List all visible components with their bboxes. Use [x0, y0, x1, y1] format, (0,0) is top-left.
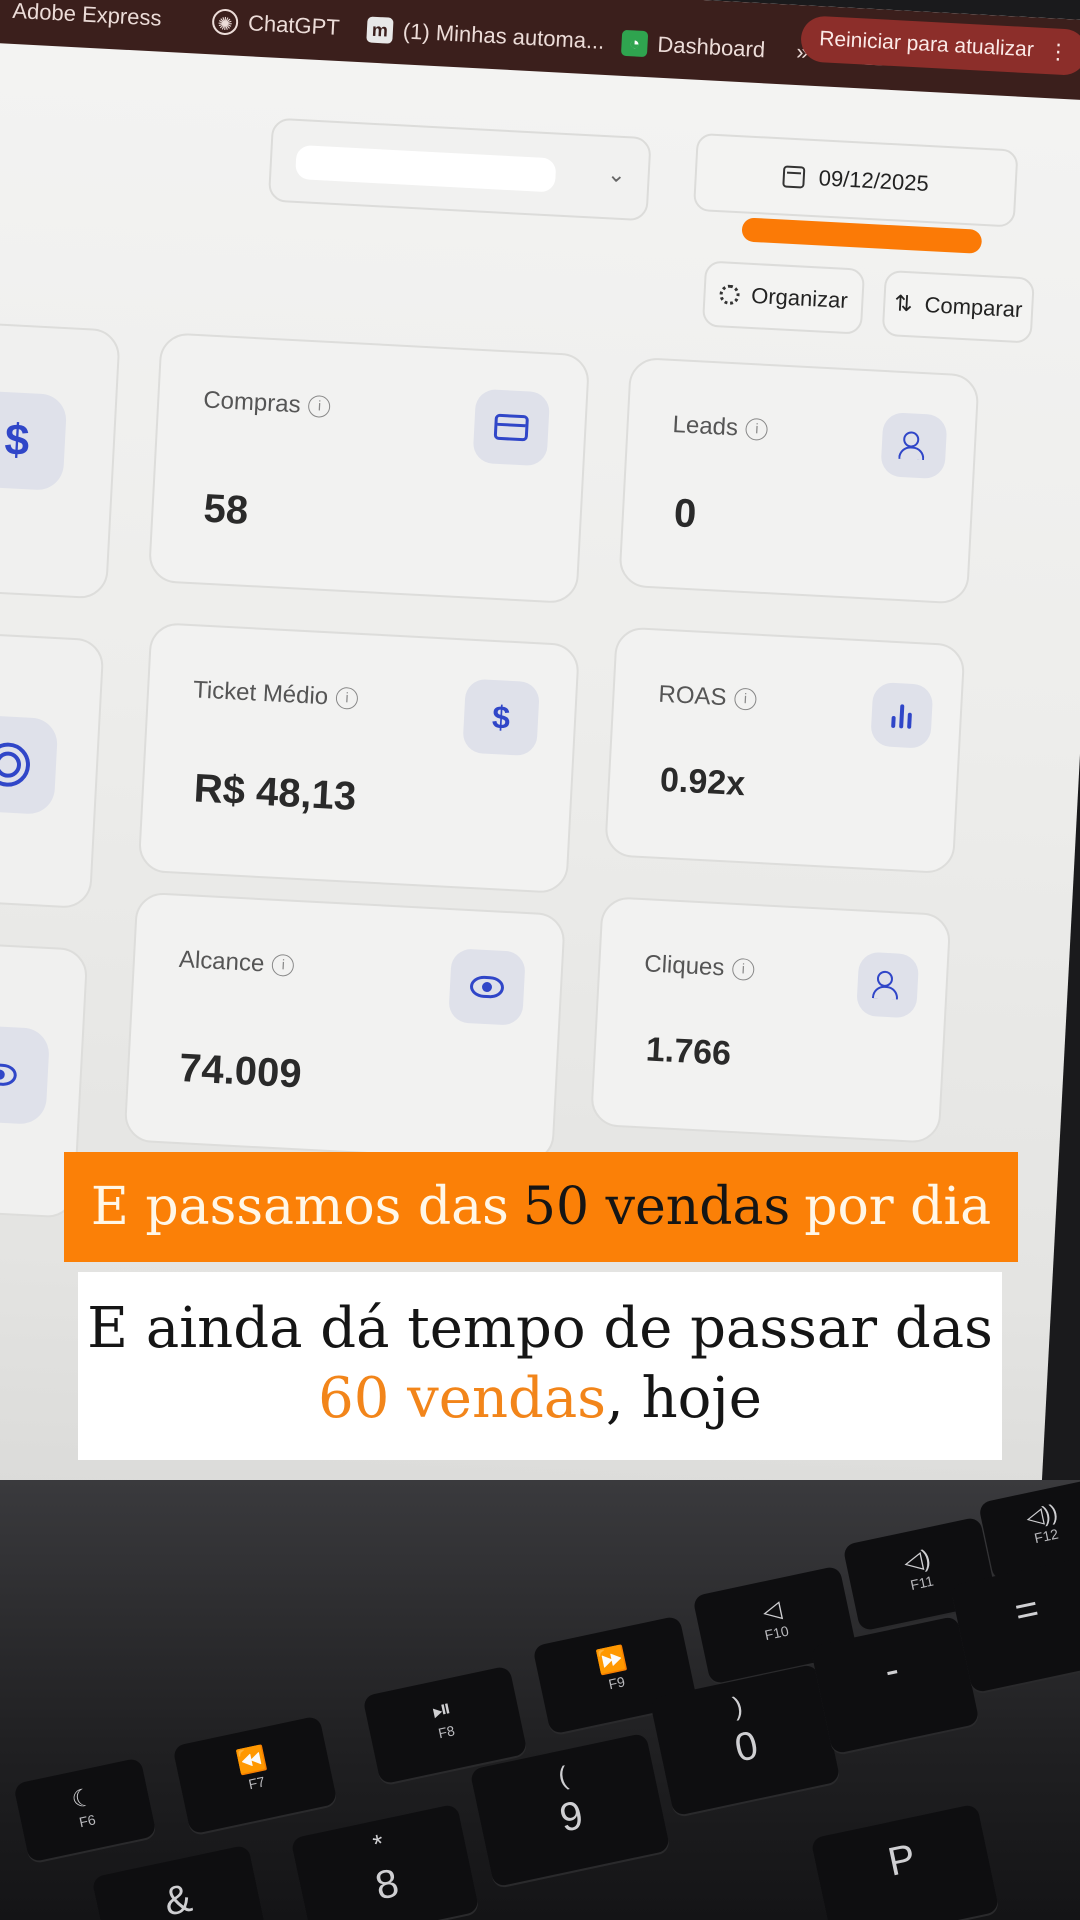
key-8: * 8: [290, 1803, 480, 1920]
info-icon[interactable]: i: [733, 687, 757, 711]
menu-dots-icon: ⋮: [1047, 39, 1070, 64]
key-f7: ⏪ F7: [172, 1715, 338, 1835]
organize-button[interactable]: Organizar: [701, 260, 866, 335]
account-select[interactable]: ⌄: [267, 117, 652, 222]
metric-label: Cliques: [643, 950, 726, 982]
key-p: P: [810, 1803, 1000, 1920]
bookmark-chatgpt[interactable]: ✺ ChatGPT: [211, 8, 340, 41]
metric-card-ticket-medio: Ticket Médio i R$ 48,13 $: [137, 621, 581, 895]
metric-value: R$ 48,13: [192, 766, 358, 819]
metric-card-leads: Leads i 0: [618, 356, 980, 605]
info-icon[interactable]: i: [745, 417, 769, 441]
bar-chart-icon: [870, 681, 934, 749]
target-icon: [0, 714, 59, 816]
metric-card-partial: [0, 626, 105, 910]
chatgpt-icon: ✺: [211, 8, 239, 36]
metric-value: 74.009: [178, 1046, 303, 1097]
eye-icon: [448, 948, 526, 1026]
chevron-down-icon: ⌄: [606, 161, 627, 188]
metric-label: Leads: [671, 411, 739, 442]
info-icon[interactable]: i: [731, 957, 755, 981]
metric-value: 0.92x: [659, 760, 747, 804]
bookmarks-bar: Adobe Express ✺ ChatGPT m (1) Minhas aut…: [0, 0, 1080, 102]
date-picker[interactable]: 09/12/2025: [692, 132, 1019, 228]
restart-to-update-button[interactable]: Reiniciar para atualizar ⋮: [800, 15, 1080, 77]
bookmark-minhas-automacoes[interactable]: m (1) Minhas automa...: [366, 16, 605, 54]
info-icon[interactable]: i: [271, 953, 295, 977]
bookmark-dashboard[interactable]: ◔ Dashboard: [620, 29, 766, 63]
compare-button[interactable]: ⇅ Comparar: [881, 269, 1035, 344]
redacted-account-name: [295, 144, 557, 193]
metric-label: Alcance: [178, 945, 266, 978]
key-f6: ☾ F6: [13, 1757, 157, 1863]
sort-arrows-icon: ⇅: [893, 290, 914, 317]
caption-highlight-line: E passamos das 50 vendas por dia: [64, 1152, 1018, 1262]
metric-label: Ticket Médio: [192, 676, 329, 711]
metric-card-alcance: Alcance i 74.009: [123, 891, 566, 1164]
metric-card-partial: $: [0, 317, 121, 600]
dashboard-icon: ◔: [620, 29, 649, 58]
metric-label: ROAS: [657, 680, 728, 712]
caption-subtitle-box: E ainda dá tempo de passar das 60 vendas…: [78, 1272, 1002, 1460]
bookmark-adobe-express[interactable]: Adobe Express: [12, 0, 162, 32]
eye-icon: [0, 1024, 51, 1126]
credit-card-icon: [472, 388, 551, 467]
metric-card-cliques: Cliques i 1.766: [589, 895, 952, 1144]
metric-value: 0: [672, 491, 698, 537]
metric-value: 1.766: [644, 1030, 732, 1073]
laptop-keyboard: ☾ F6 ⏪ F7 ⏯ F8 ⏩ F9 ◁ F10 ◁) F11 ◁)) F12 & * 8 …: [0, 1478, 1080, 1920]
info-icon[interactable]: i: [335, 686, 359, 710]
users-icon: [880, 412, 948, 480]
metric-value: 58: [202, 486, 250, 533]
gear-icon: [718, 284, 740, 306]
info-icon[interactable]: i: [307, 394, 332, 419]
dollar-icon: $: [0, 390, 68, 492]
metric-card-roas: ROAS i 0.92x: [604, 626, 966, 875]
metric-card-compras: Compras i 58: [147, 332, 591, 605]
receipt-icon: $: [462, 678, 541, 757]
key-7: &: [91, 1844, 269, 1920]
users-icon: [856, 951, 920, 1019]
metric-label: Compras: [202, 386, 302, 419]
calendar-icon: [782, 165, 806, 189]
m-app-icon: m: [366, 16, 394, 44]
